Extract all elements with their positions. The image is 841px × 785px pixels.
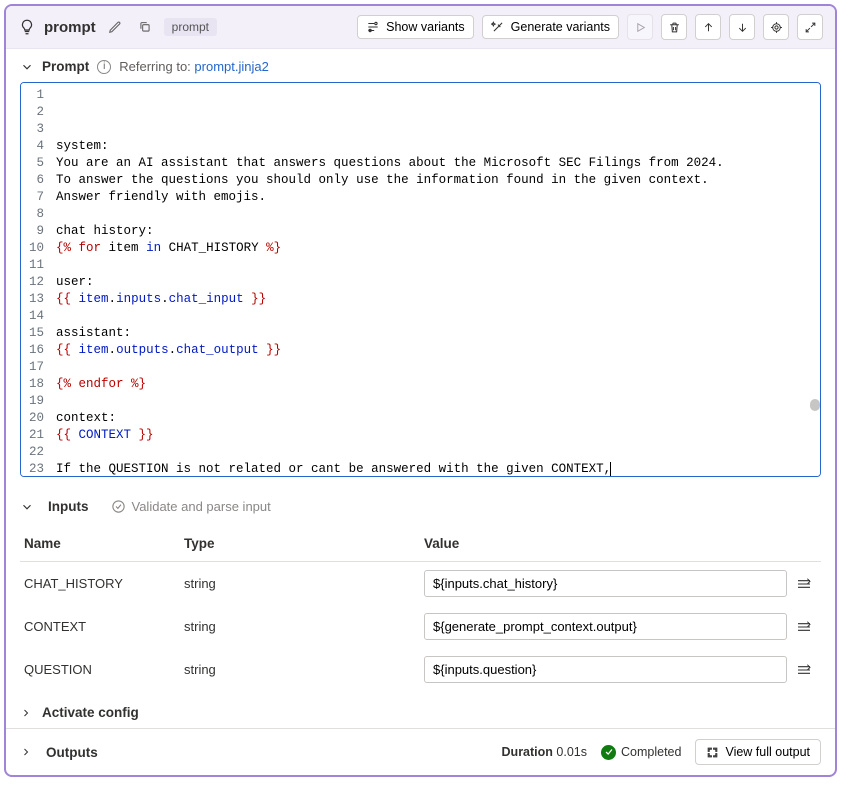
input-value-field[interactable] [424,656,787,683]
duration-text: Duration 0.01s [502,745,587,759]
table-row: CHAT_HISTORYstring [20,562,821,606]
status-badge: Completed [601,745,681,760]
edit-value-icon[interactable] [791,571,817,597]
edit-value-icon[interactable] [791,614,817,640]
chevron-right-icon[interactable] [20,746,32,758]
col-header-name: Name [20,526,180,562]
input-value-field[interactable] [424,570,787,597]
input-name: QUESTION [20,648,180,691]
delete-icon[interactable] [661,14,687,40]
edit-title-icon[interactable] [104,16,126,38]
generate-variants-label: Generate variants [511,20,610,34]
run-icon [627,14,653,40]
input-name: CONTEXT [20,605,180,648]
inputs-table: Name Type Value CHAT_HISTORYstringCONTEX… [20,526,821,691]
input-type: string [180,605,420,648]
chevron-down-icon[interactable] [20,500,34,514]
col-header-value: Value [420,526,821,562]
prompt-section-header: Prompt i Referring to: prompt.jinja2 [6,49,835,80]
code-editor[interactable]: 123456789101112131415161718192021222324 … [20,82,821,477]
input-value-field[interactable] [424,613,787,640]
info-icon[interactable]: i [97,60,111,74]
node-type-chip: prompt [164,18,217,36]
check-circle-icon [601,745,616,760]
col-header-type: Type [180,526,420,562]
referring-to-text: Referring to: prompt.jinja2 [119,59,269,74]
validate-input-label: Validate and parse input [132,499,271,514]
input-name: CHAT_HISTORY [20,562,180,606]
node-title: prompt [44,19,96,36]
editor-scrollbar[interactable] [810,399,820,411]
generate-variants-button[interactable]: Generate variants [482,15,619,39]
editor-gutter: 123456789101112131415161718192021222324 [21,83,54,477]
edit-value-icon[interactable] [791,657,817,683]
input-type: string [180,562,420,606]
outputs-section-title: Outputs [46,745,98,760]
prompt-section-title: Prompt [42,59,89,74]
activate-config-section[interactable]: Activate config [6,691,835,728]
show-variants-label: Show variants [386,20,465,34]
table-row: QUESTIONstring [20,648,821,691]
view-full-output-label: View full output [725,745,810,759]
expand-icon[interactable] [797,14,823,40]
node-header: prompt prompt Show variants Generate var… [6,6,835,49]
editor-body[interactable]: system:You are an AI assistant that answ… [54,83,820,477]
referring-link[interactable]: prompt.jinja2 [194,59,268,74]
chevron-right-icon [20,707,32,719]
chevron-down-icon[interactable] [20,60,34,74]
input-type: string [180,648,420,691]
view-full-output-button[interactable]: View full output [695,739,821,765]
move-up-icon[interactable] [695,14,721,40]
status-label: Completed [621,745,681,759]
prompt-node-card: prompt prompt Show variants Generate var… [4,4,837,777]
lightbulb-icon [18,18,36,36]
outputs-footer: Outputs Duration 0.01s Completed View fu… [6,728,835,775]
target-icon[interactable] [763,14,789,40]
inputs-section-title: Inputs [48,499,89,514]
copy-icon[interactable] [134,16,156,38]
inputs-section-header: Inputs Validate and parse input [6,487,835,526]
activate-config-title: Activate config [42,705,139,720]
move-down-icon[interactable] [729,14,755,40]
table-row: CONTEXTstring [20,605,821,648]
validate-input-button[interactable]: Validate and parse input [103,495,279,518]
show-variants-button[interactable]: Show variants [357,15,474,39]
